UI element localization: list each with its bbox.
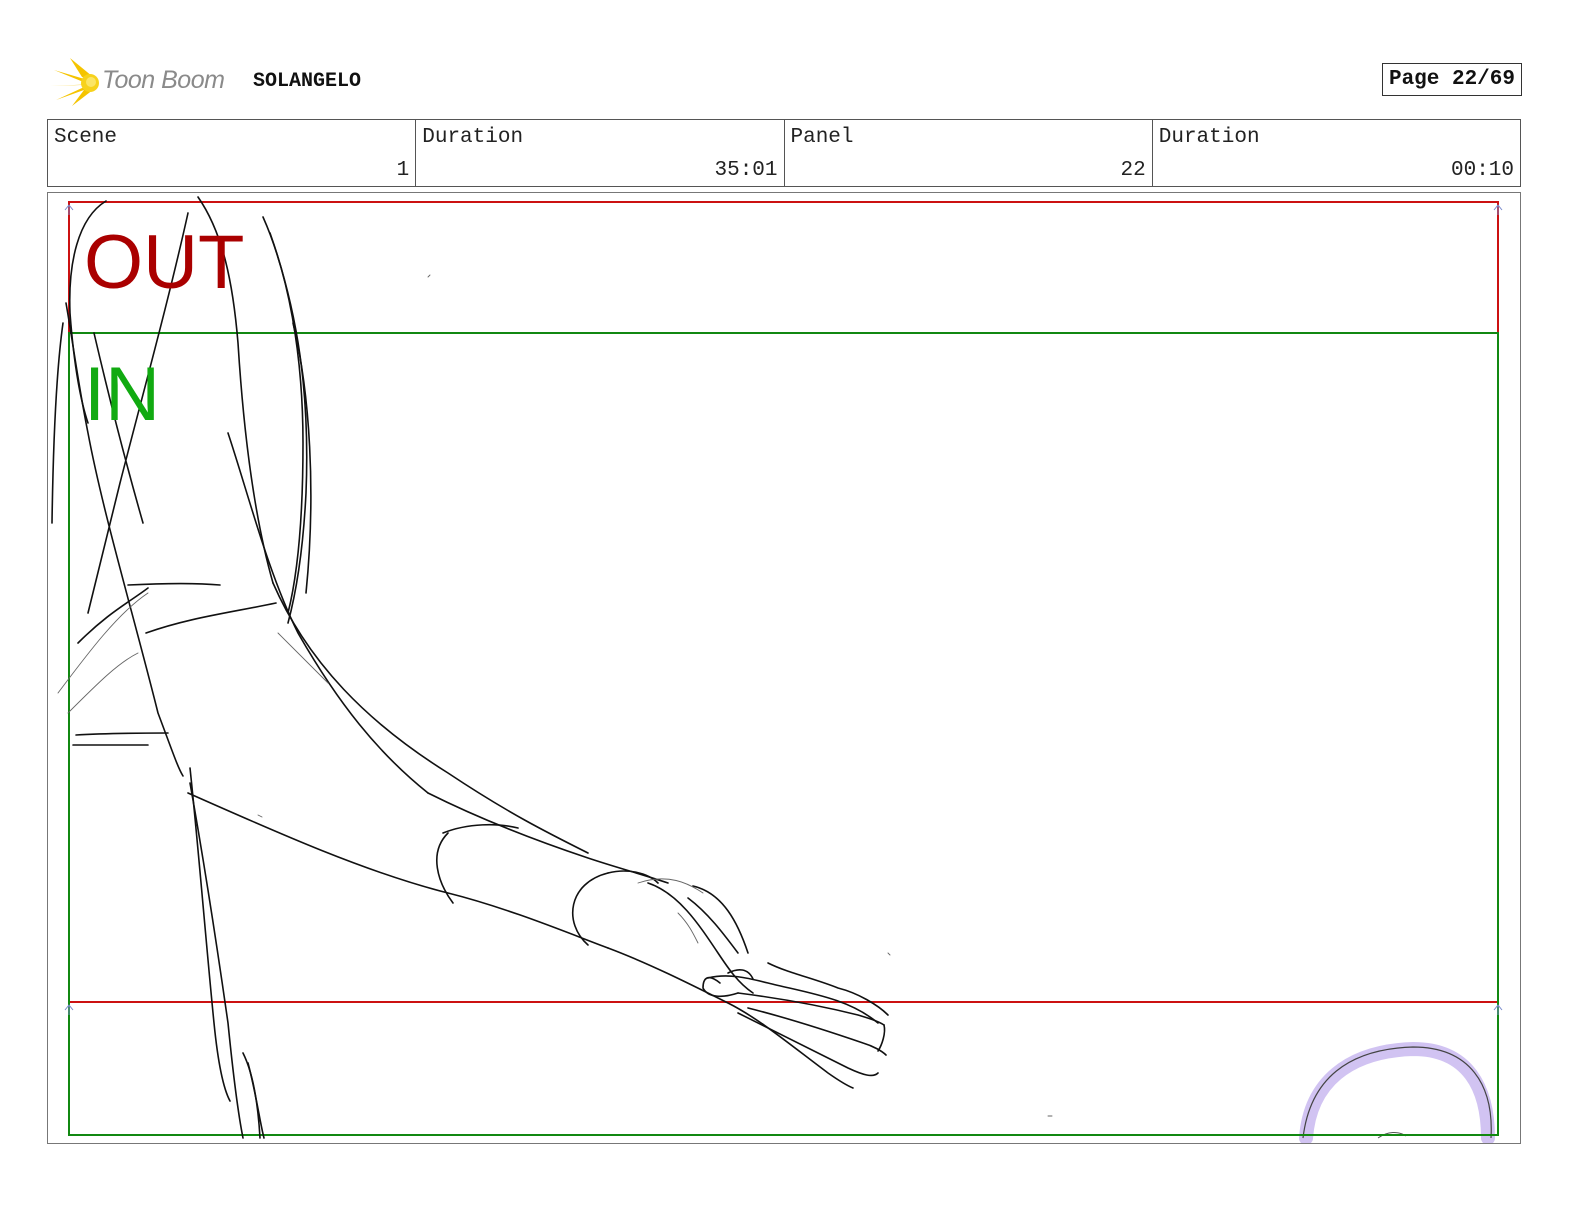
panel-label: Panel <box>790 126 854 149</box>
highlight-stroke <box>1299 1041 1495 1143</box>
scene-value: 1 <box>396 159 410 182</box>
out-frame-label: OUT <box>84 220 245 305</box>
scene-label: Scene <box>54 126 118 149</box>
panel-value: 22 <box>1120 159 1146 182</box>
panel-sketch <box>51 196 1503 1143</box>
project-title: SOLANGELO <box>253 70 362 93</box>
panel-info-table: Scene 1 Duration 35:01 Panel 22 Duration… <box>47 119 1521 187</box>
scene-duration-cell: Duration 35:01 <box>416 120 785 186</box>
in-frame <box>68 332 1499 1136</box>
toon-boom-logo: Toon Boom <box>48 56 248 108</box>
panel-duration-value: 00:10 <box>1450 159 1514 182</box>
in-frame-label: IN <box>84 352 160 437</box>
scene-cell: Scene 1 <box>48 120 417 186</box>
panel-duration-label: Duration <box>1158 126 1260 149</box>
storyboard-header: Toon Boom SOLANGELO Page 22/69 <box>48 56 1522 108</box>
scene-duration-value: 35:01 <box>714 159 778 182</box>
page-indicator: Page 22/69 <box>1381 63 1522 96</box>
scene-duration-label: Duration <box>422 126 524 149</box>
panel-cell: Panel 22 <box>785 120 1153 186</box>
logo-wordmark: Toon Boom <box>102 66 225 94</box>
starburst-icon <box>50 58 99 106</box>
storyboard-panel: OUT IN <box>47 192 1521 1144</box>
panel-duration-cell: Duration 00:10 <box>1153 120 1520 186</box>
